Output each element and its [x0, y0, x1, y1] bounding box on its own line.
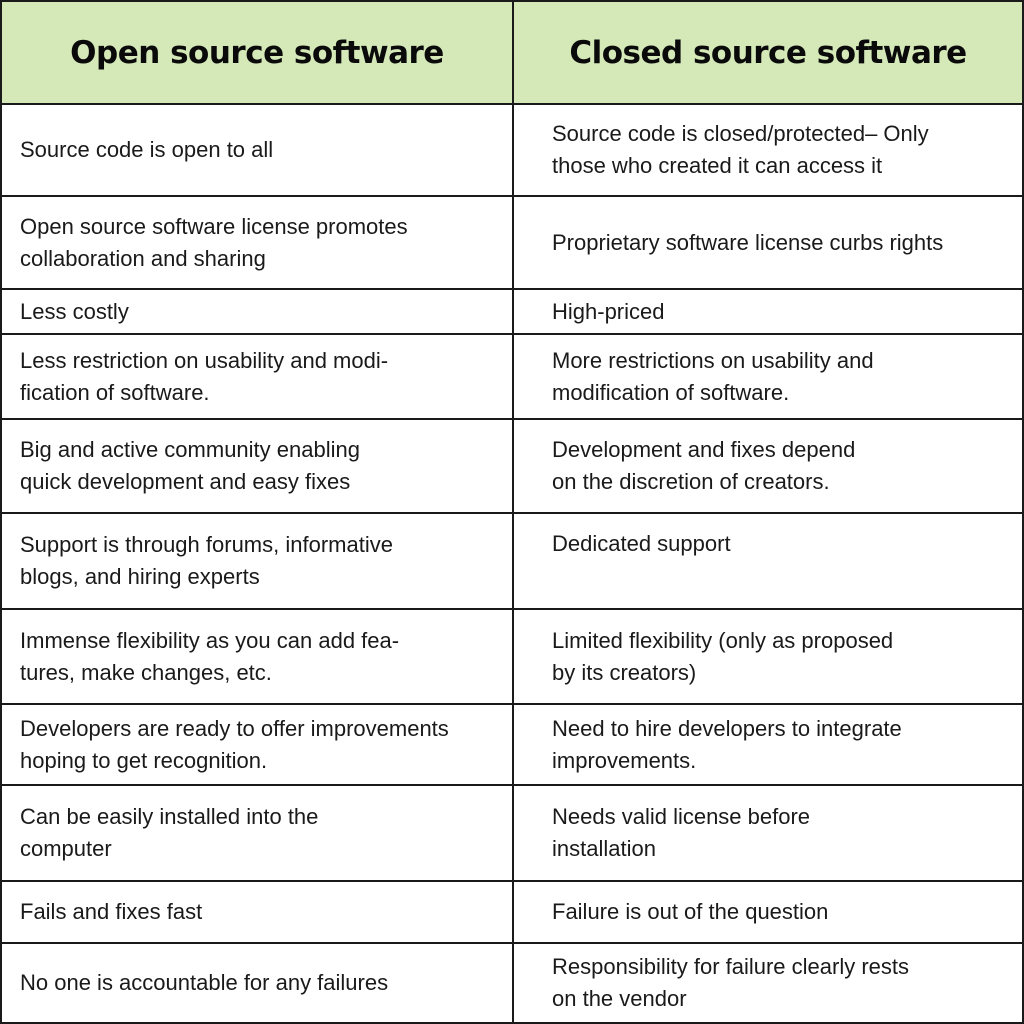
- comparison-table: Open source software Closed source softw…: [0, 0, 1024, 1024]
- row-7-closed: Limited flexibility (only as proposed by…: [514, 608, 1022, 703]
- header-open-source: Open source software: [2, 2, 514, 103]
- row-8-closed: Need to hire developers to integrate imp…: [514, 703, 1022, 784]
- row-9-closed: Needs valid license before installation: [514, 784, 1022, 880]
- row-11-closed: Responsibility for failure clearly rests…: [514, 942, 1022, 1022]
- row-3-closed: High-priced: [514, 288, 1022, 333]
- row-7-open: Immense flexibility as you can add fea- …: [2, 608, 514, 703]
- row-10-closed: Failure is out of the question: [514, 880, 1022, 942]
- row-6-closed: Dedicated support: [514, 512, 1022, 608]
- row-11-open: No one is accountable for any failures: [2, 942, 514, 1022]
- row-4-closed: More restrictions on usability and modif…: [514, 333, 1022, 418]
- row-5-open: Big and active community enabling quick …: [2, 418, 514, 512]
- row-10-open: Fails and fixes fast: [2, 880, 514, 942]
- row-4-open: Less restriction on usability and modi- …: [2, 333, 514, 418]
- row-2-open: Open source software license promotes co…: [2, 195, 514, 288]
- row-9-open: Can be easily installed into the compute…: [2, 784, 514, 880]
- header-closed-source: Closed source software: [514, 2, 1022, 103]
- row-8-open: Developers are ready to offer improvemen…: [2, 703, 514, 784]
- row-3-open: Less costly: [2, 288, 514, 333]
- row-5-closed: Development and fixes depend on the disc…: [514, 418, 1022, 512]
- row-1-open: Source code is open to all: [2, 103, 514, 195]
- row-1-closed: Source code is closed/protected– Only th…: [514, 103, 1022, 195]
- row-2-closed: Proprietary software license curbs right…: [514, 195, 1022, 288]
- row-6-open: Support is through forums, informative b…: [2, 512, 514, 608]
